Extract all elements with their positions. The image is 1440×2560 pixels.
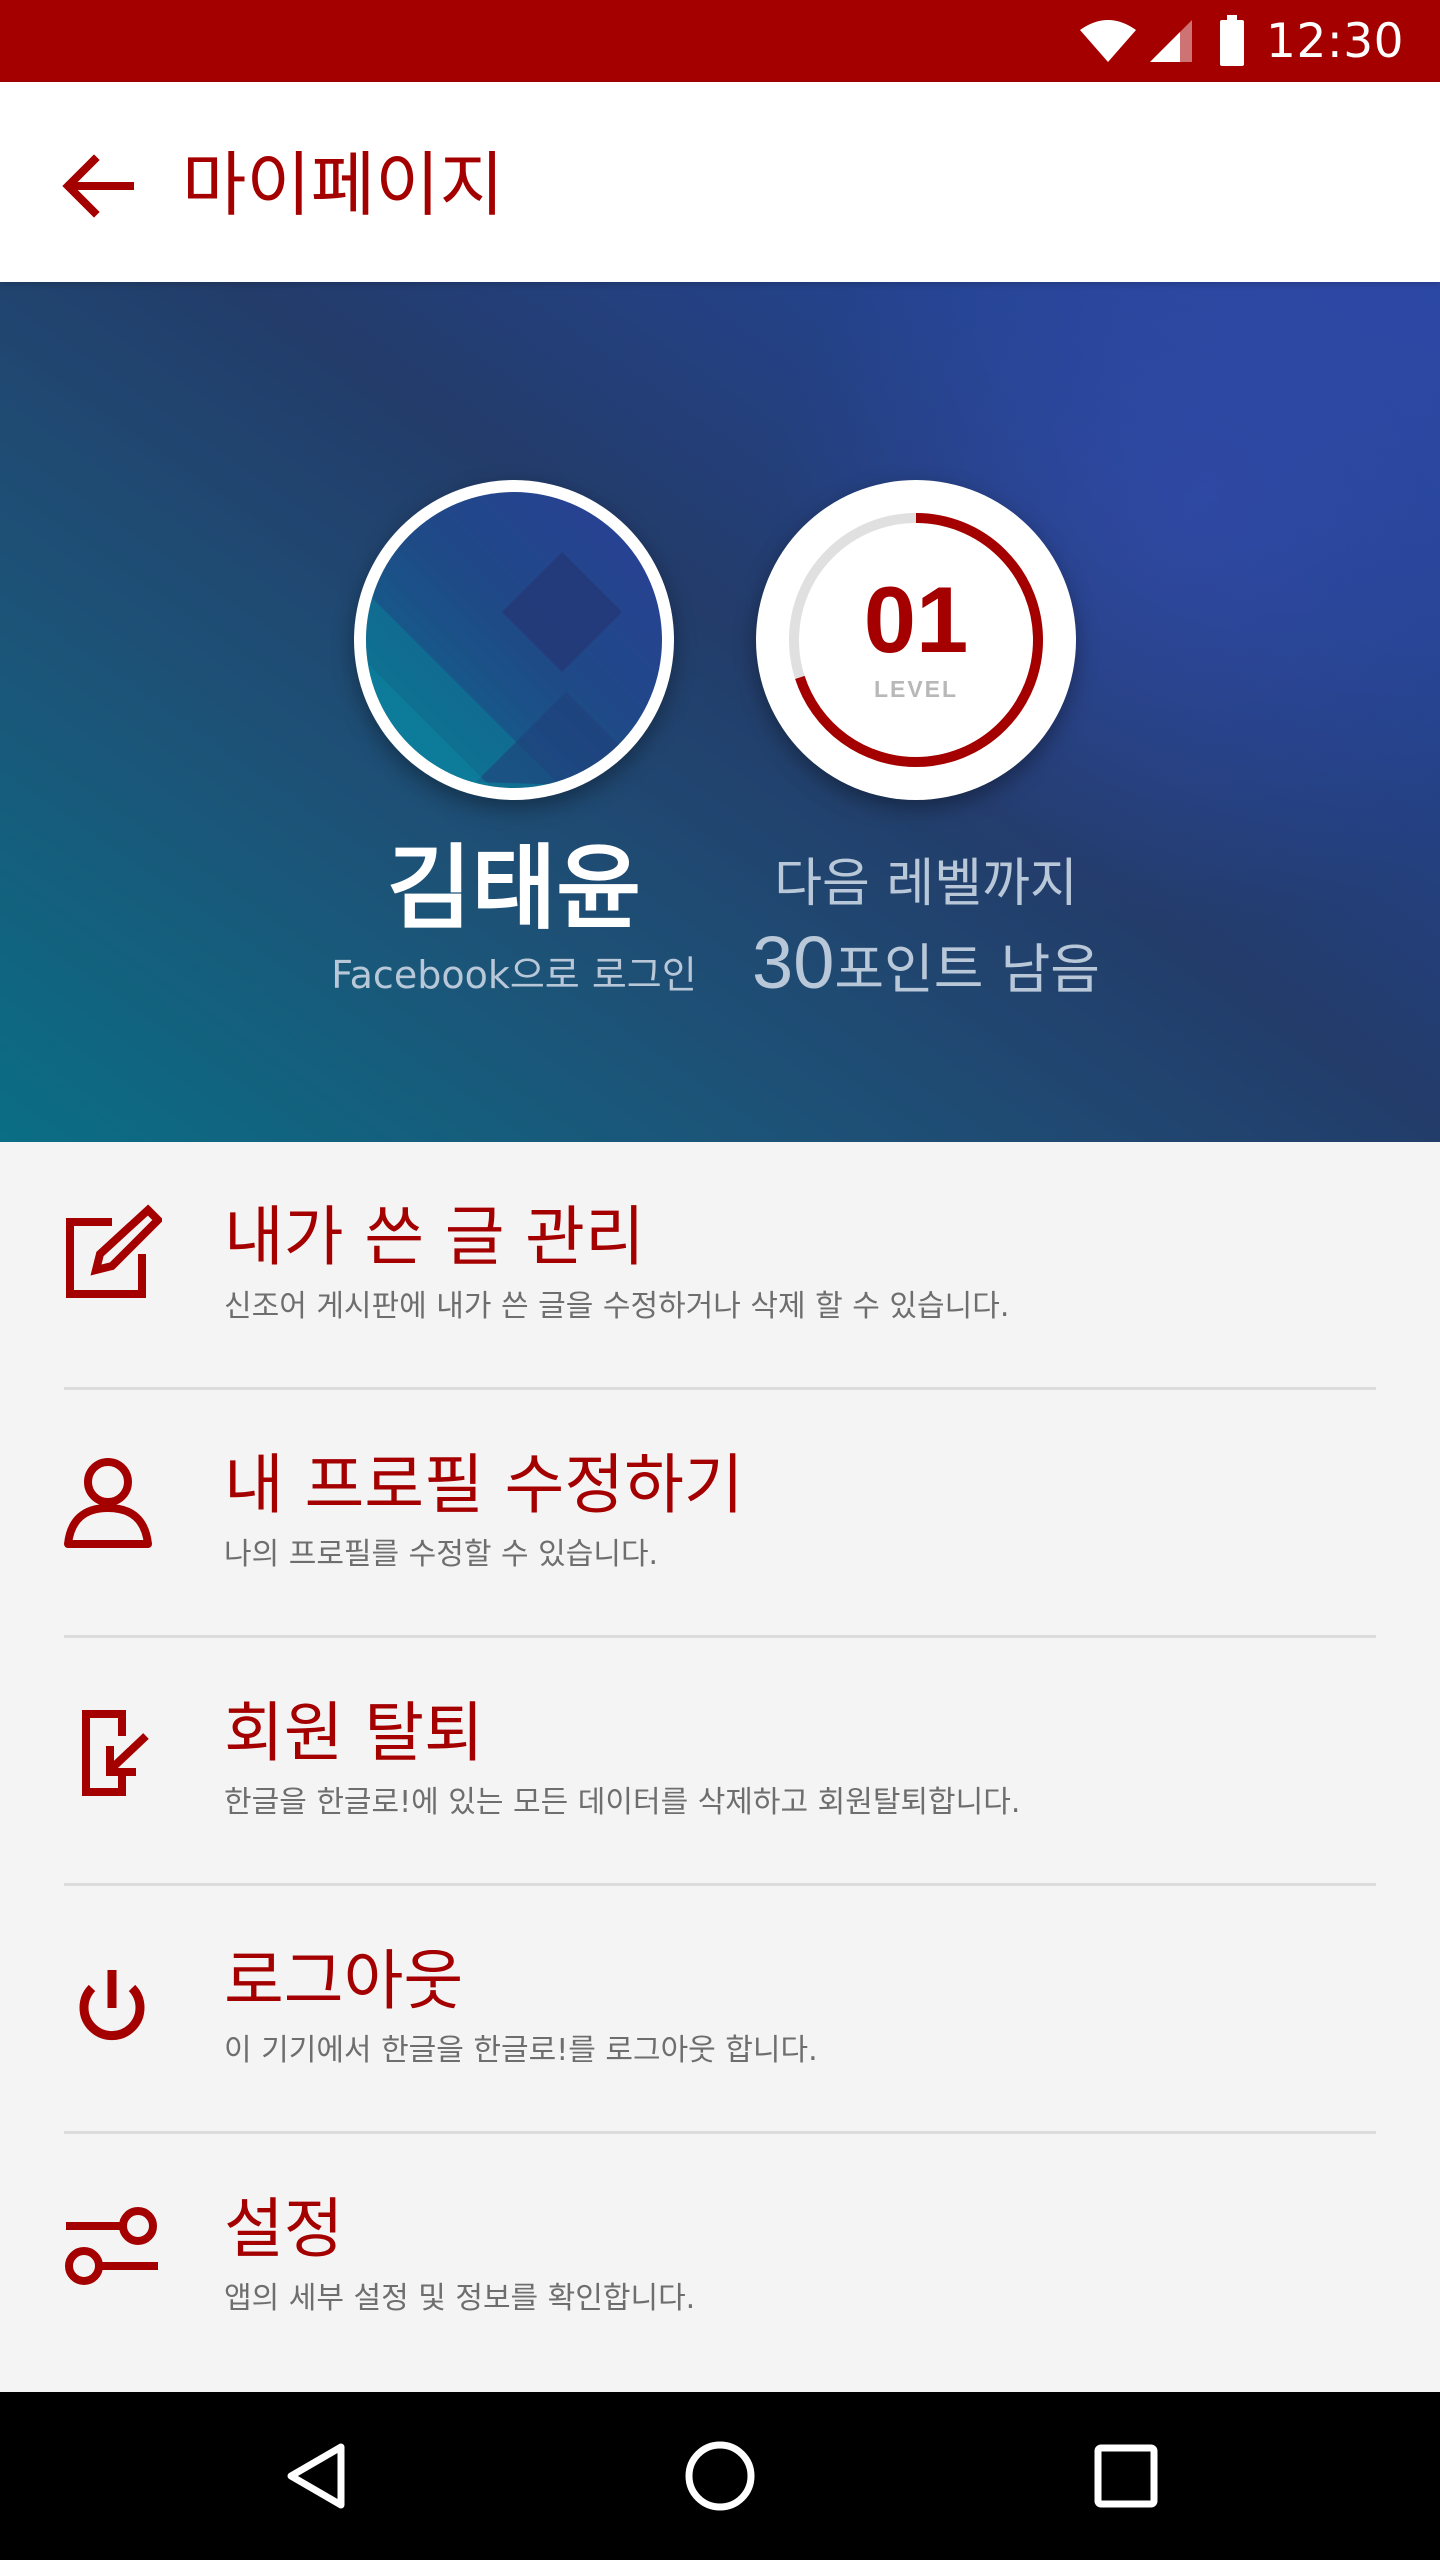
level-label: LEVEL — [873, 676, 959, 702]
level-badge: 01 LEVEL — [756, 480, 1076, 800]
login-method: Facebook으로 로그인 — [331, 953, 697, 997]
back-triangle-icon — [287, 2443, 345, 2509]
menu-item-description: 한글을 한글로!에 있는 모든 데이터를 삭제하고 회원탈퇴합니다. — [224, 1785, 1021, 1820]
points-remaining: 30포인트 남음 — [716, 918, 1136, 1028]
nav-recents-button[interactable] — [1076, 2426, 1176, 2526]
status-icons: 12:30 — [1078, 0, 1404, 82]
menu-item-title: 회원 탈퇴 — [224, 1696, 484, 1771]
nav-home-button[interactable] — [670, 2426, 770, 2526]
menu-item-title: 내가 쓴 글 관리 — [224, 1200, 645, 1275]
menu-item-description: 이 기기에서 한글을 한글로!를 로그아웃 합니다. — [224, 2033, 818, 2068]
menu-item-description: 신조어 게시판에 내가 쓴 글을 수정하거나 삭제 할 수 있습니다. — [224, 1289, 1010, 1324]
profile-header: 01 LEVEL 김태윤 Facebook으로 로그인 다음 레벨까지 30포인… — [0, 282, 1440, 1142]
settings-icon — [62, 2196, 162, 2296]
recents-square-icon — [1094, 2444, 1158, 2508]
battery-icon — [1218, 15, 1246, 67]
user-name: 김태윤 — [387, 835, 641, 942]
cell-signal-icon — [1146, 16, 1196, 66]
menu-item-withdraw[interactable]: 회원 탈퇴 한글을 한글로!에 있는 모든 데이터를 삭제하고 회원탈퇴합니다. — [0, 1638, 1440, 1886]
menu-item-title: 설정 — [224, 2192, 344, 2267]
status-bar: 12:30 — [0, 0, 1440, 82]
wifi-icon — [1078, 18, 1138, 64]
nav-back-button[interactable] — [266, 2426, 366, 2526]
navigation-bar — [0, 2392, 1440, 2560]
next-level-text: 다음 레벨까지 — [774, 854, 1078, 914]
user-icon — [62, 1452, 162, 1552]
back-button[interactable] — [50, 138, 146, 234]
menu-item-title: 내 프로필 수정하기 — [224, 1448, 744, 1523]
level-number: 01 — [863, 567, 969, 672]
page-title: 마이페이지 — [182, 144, 504, 226]
menu-item-description: 나의 프로필를 수정할 수 있습니다. — [224, 1537, 659, 1572]
power-icon — [62, 1948, 162, 2048]
menu-item-settings[interactable]: 설정 앱의 세부 설정 및 정보를 확인합니다. — [0, 2134, 1440, 2382]
menu-item-manage-posts[interactable]: 내가 쓴 글 관리 신조어 게시판에 내가 쓴 글을 수정하거나 삭제 할 수 … — [0, 1142, 1440, 1390]
status-clock: 12:30 — [1266, 13, 1404, 69]
menu-item-title: 로그아웃 — [224, 1944, 464, 2019]
points-suffix: 포인트 남음 — [834, 938, 1100, 1001]
avatar-image — [366, 492, 662, 788]
avatar[interactable] — [354, 480, 674, 800]
home-circle-icon — [685, 2441, 755, 2511]
exit-icon — [62, 1700, 162, 1800]
menu-list: 내가 쓴 글 관리 신조어 게시판에 내가 쓴 글을 수정하거나 삭제 할 수 … — [0, 1142, 1440, 2382]
menu-item-edit-profile[interactable]: 내 프로필 수정하기 나의 프로필를 수정할 수 있습니다. — [0, 1390, 1440, 1638]
edit-icon — [62, 1204, 162, 1304]
points-value: 30 — [752, 921, 835, 1004]
menu-item-description: 앱의 세부 설정 및 정보를 확인합니다. — [224, 2281, 696, 2316]
arrow-back-icon — [62, 154, 134, 218]
app-bar: 마이페이지 — [0, 82, 1440, 282]
menu-item-logout[interactable]: 로그아웃 이 기기에서 한글을 한글로!를 로그아웃 합니다. — [0, 1886, 1440, 2134]
